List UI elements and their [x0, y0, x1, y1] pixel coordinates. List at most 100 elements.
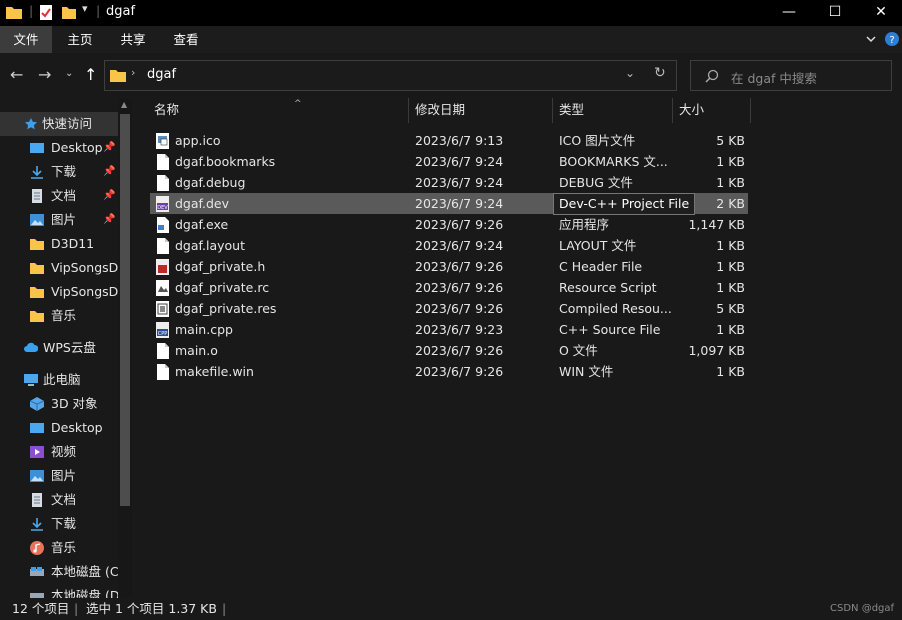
- cpp-file-icon: CPP: [156, 322, 169, 338]
- file-name: dgaf.bookmarks: [175, 154, 276, 169]
- file-type: DEBUG 文件: [559, 175, 633, 190]
- file-date: 2023/6/7 9:24: [415, 238, 504, 253]
- file-name: main.o: [175, 343, 218, 358]
- file-row[interactable]: dgaf.bookmarks 2023/6/7 9:24 BOOKMARKS 文..…: [150, 151, 748, 172]
- file-name: dgaf_private.rc: [175, 280, 270, 295]
- file-date: 2023/6/7 9:26: [415, 280, 504, 295]
- sidebar-item-pictures-pc[interactable]: 图片: [0, 464, 118, 488]
- sidebar-item-vipsongs-2[interactable]: VipSongsDo: [0, 280, 118, 304]
- column-header-type[interactable]: 类型: [559, 98, 584, 122]
- column-header-size[interactable]: 大小: [679, 98, 704, 122]
- column-divider[interactable]: [750, 98, 751, 123]
- file-name: dgaf.layout: [175, 238, 245, 253]
- column-header-date[interactable]: 修改日期: [415, 98, 465, 122]
- file-name: dgaf.debug: [175, 175, 246, 190]
- scroll-up-icon[interactable]: ▲: [121, 100, 127, 109]
- file-row[interactable]: dgaf_private.h 2023/6/7 9:26 C Header File…: [150, 256, 748, 277]
- file-row[interactable]: dgaf.exe 2023/6/7 9:26 应用程序 1,147 KB: [150, 214, 748, 235]
- sidebar-item-desktop[interactable]: Desktop 📌: [0, 136, 118, 160]
- pin-icon[interactable]: 📌: [103, 160, 115, 184]
- file-size: 1 KB: [716, 322, 745, 337]
- file-row[interactable]: CPP main.cpp 2023/6/7 9:23 C++ Source File 1…: [150, 319, 748, 340]
- download-icon: [31, 518, 43, 531]
- file-row[interactable]: app.ico 2023/6/7 9:13 ICO 图片文件 5 KB: [150, 130, 748, 151]
- folder-icon: [30, 263, 44, 274]
- file-row[interactable]: dgaf_private.res 2023/6/7 9:26 Compiled Re…: [150, 298, 748, 319]
- search-icon: [705, 69, 719, 83]
- new-folder-icon[interactable]: [61, 4, 77, 21]
- column-header-name[interactable]: 名称 ^: [154, 98, 302, 122]
- picture-icon: [30, 470, 44, 482]
- drive-icon: [30, 593, 44, 598]
- folder-icon[interactable]: [5, 4, 23, 20]
- sidebar-item-drive-c[interactable]: 本地磁盘 (C: [0, 560, 118, 584]
- sidebar-scrollbar[interactable]: ▲: [118, 98, 132, 598]
- file-row[interactable]: dgaf_private.rc 2023/6/7 9:26 Resource Scr…: [150, 277, 748, 298]
- file-row[interactable]: dgaf.layout 2023/6/7 9:24 LAYOUT 文件 1 KB: [150, 235, 748, 256]
- exe-icon: [157, 217, 169, 233]
- customize-toolbar-icon[interactable]: ▾: [82, 2, 88, 15]
- sidebar-item-this-pc[interactable]: 此电脑: [0, 368, 118, 392]
- sidebar-item-d3d11[interactable]: D3D11: [0, 232, 118, 256]
- sidebar-item-documents-pc[interactable]: 文档: [0, 488, 118, 512]
- expand-ribbon-icon[interactable]: [863, 31, 879, 47]
- pin-icon[interactable]: 📌: [103, 184, 115, 208]
- sidebar-item-music-pc[interactable]: 音乐: [0, 536, 118, 560]
- maximize-button[interactable]: ☐: [812, 0, 858, 26]
- file-row[interactable]: main.o 2023/6/7 9:26 O 文件 1,097 KB: [150, 340, 748, 361]
- tab-file[interactable]: 文件: [0, 26, 52, 53]
- forward-arrow-icon[interactable]: →: [38, 65, 51, 84]
- column-divider[interactable]: [408, 98, 409, 123]
- file-type: WIN 文件: [559, 364, 614, 379]
- refresh-icon[interactable]: ↻: [654, 65, 666, 81]
- column-divider[interactable]: [672, 98, 673, 123]
- sidebar-item-desktop-pc[interactable]: Desktop: [0, 416, 118, 440]
- window-title: dgaf: [106, 4, 136, 19]
- pin-icon[interactable]: 📌: [103, 136, 115, 160]
- sidebar-item-quick-access[interactable]: 快速访问: [0, 112, 118, 136]
- file-name: dgaf.dev: [175, 196, 230, 211]
- tab-share[interactable]: 共享: [109, 26, 157, 53]
- tab-view[interactable]: 查看: [162, 26, 210, 53]
- cloud-icon: [24, 342, 38, 352]
- minimize-button[interactable]: —: [766, 0, 812, 26]
- sidebar-item-downloads-pc[interactable]: 下载: [0, 512, 118, 536]
- sidebar-item-wps-cloud[interactable]: WPS云盘: [0, 336, 118, 360]
- tab-home[interactable]: 主页: [56, 26, 104, 53]
- scrollbar-thumb[interactable]: [120, 114, 130, 506]
- navigation-pane: 快速访问 Desktop 📌 下载 📌 文档 📌 图片 📌 D3D11 VipS…: [0, 98, 134, 598]
- recent-locations-icon[interactable]: ⌄: [65, 68, 73, 79]
- breadcrumb-current[interactable]: dgaf: [147, 67, 176, 82]
- search-box[interactable]: 在 dgaf 中搜索: [690, 60, 892, 91]
- file-row[interactable]: dgaf.debug 2023/6/7 9:24 DEBUG 文件 1 KB: [150, 172, 748, 193]
- file-name: dgaf_private.res: [175, 301, 277, 316]
- sidebar-item-3d-objects[interactable]: 3D 对象: [0, 392, 118, 416]
- sidebar-item-documents[interactable]: 文档 📌: [0, 184, 118, 208]
- sidebar-item-videos[interactable]: 视频: [0, 440, 118, 464]
- file-name: main.cpp: [175, 322, 233, 337]
- file-size: 1 KB: [716, 259, 745, 274]
- status-bar: 12 个项目 | 选中 1 个项目 1.37 KB | CSDN @dgaf: [0, 598, 902, 620]
- divider: |: [74, 601, 79, 616]
- sidebar-item-music-folder[interactable]: 音乐: [0, 304, 118, 328]
- divider: |: [96, 3, 101, 18]
- file-row[interactable]: makefile.win 2023/6/7 9:26 WIN 文件 1 KB: [150, 361, 748, 382]
- address-dropdown-icon[interactable]: ⌄: [625, 66, 635, 80]
- help-icon[interactable]: ?: [884, 31, 900, 47]
- column-divider[interactable]: [552, 98, 553, 123]
- properties-icon[interactable]: [38, 4, 54, 21]
- file-name: app.ico: [175, 133, 221, 148]
- download-icon: [31, 166, 43, 179]
- file-icon: [157, 238, 169, 254]
- back-arrow-icon[interactable]: ←: [10, 65, 23, 84]
- file-type: 应用程序: [559, 217, 610, 232]
- sidebar-item-vipsongs-1[interactable]: VipSongsDo: [0, 256, 118, 280]
- pin-icon[interactable]: 📌: [103, 208, 115, 232]
- sidebar-item-downloads[interactable]: 下载 📌: [0, 160, 118, 184]
- up-arrow-icon[interactable]: ↑: [84, 65, 97, 84]
- sidebar-item-pictures[interactable]: 图片 📌: [0, 208, 118, 232]
- breadcrumb-chevron-icon[interactable]: ›: [131, 66, 135, 79]
- address-bar[interactable]: › dgaf ⌄ ↻: [104, 60, 677, 91]
- sidebar-item-drive-d[interactable]: 本地磁盘 (D: [0, 584, 118, 598]
- close-button[interactable]: ✕: [858, 0, 902, 26]
